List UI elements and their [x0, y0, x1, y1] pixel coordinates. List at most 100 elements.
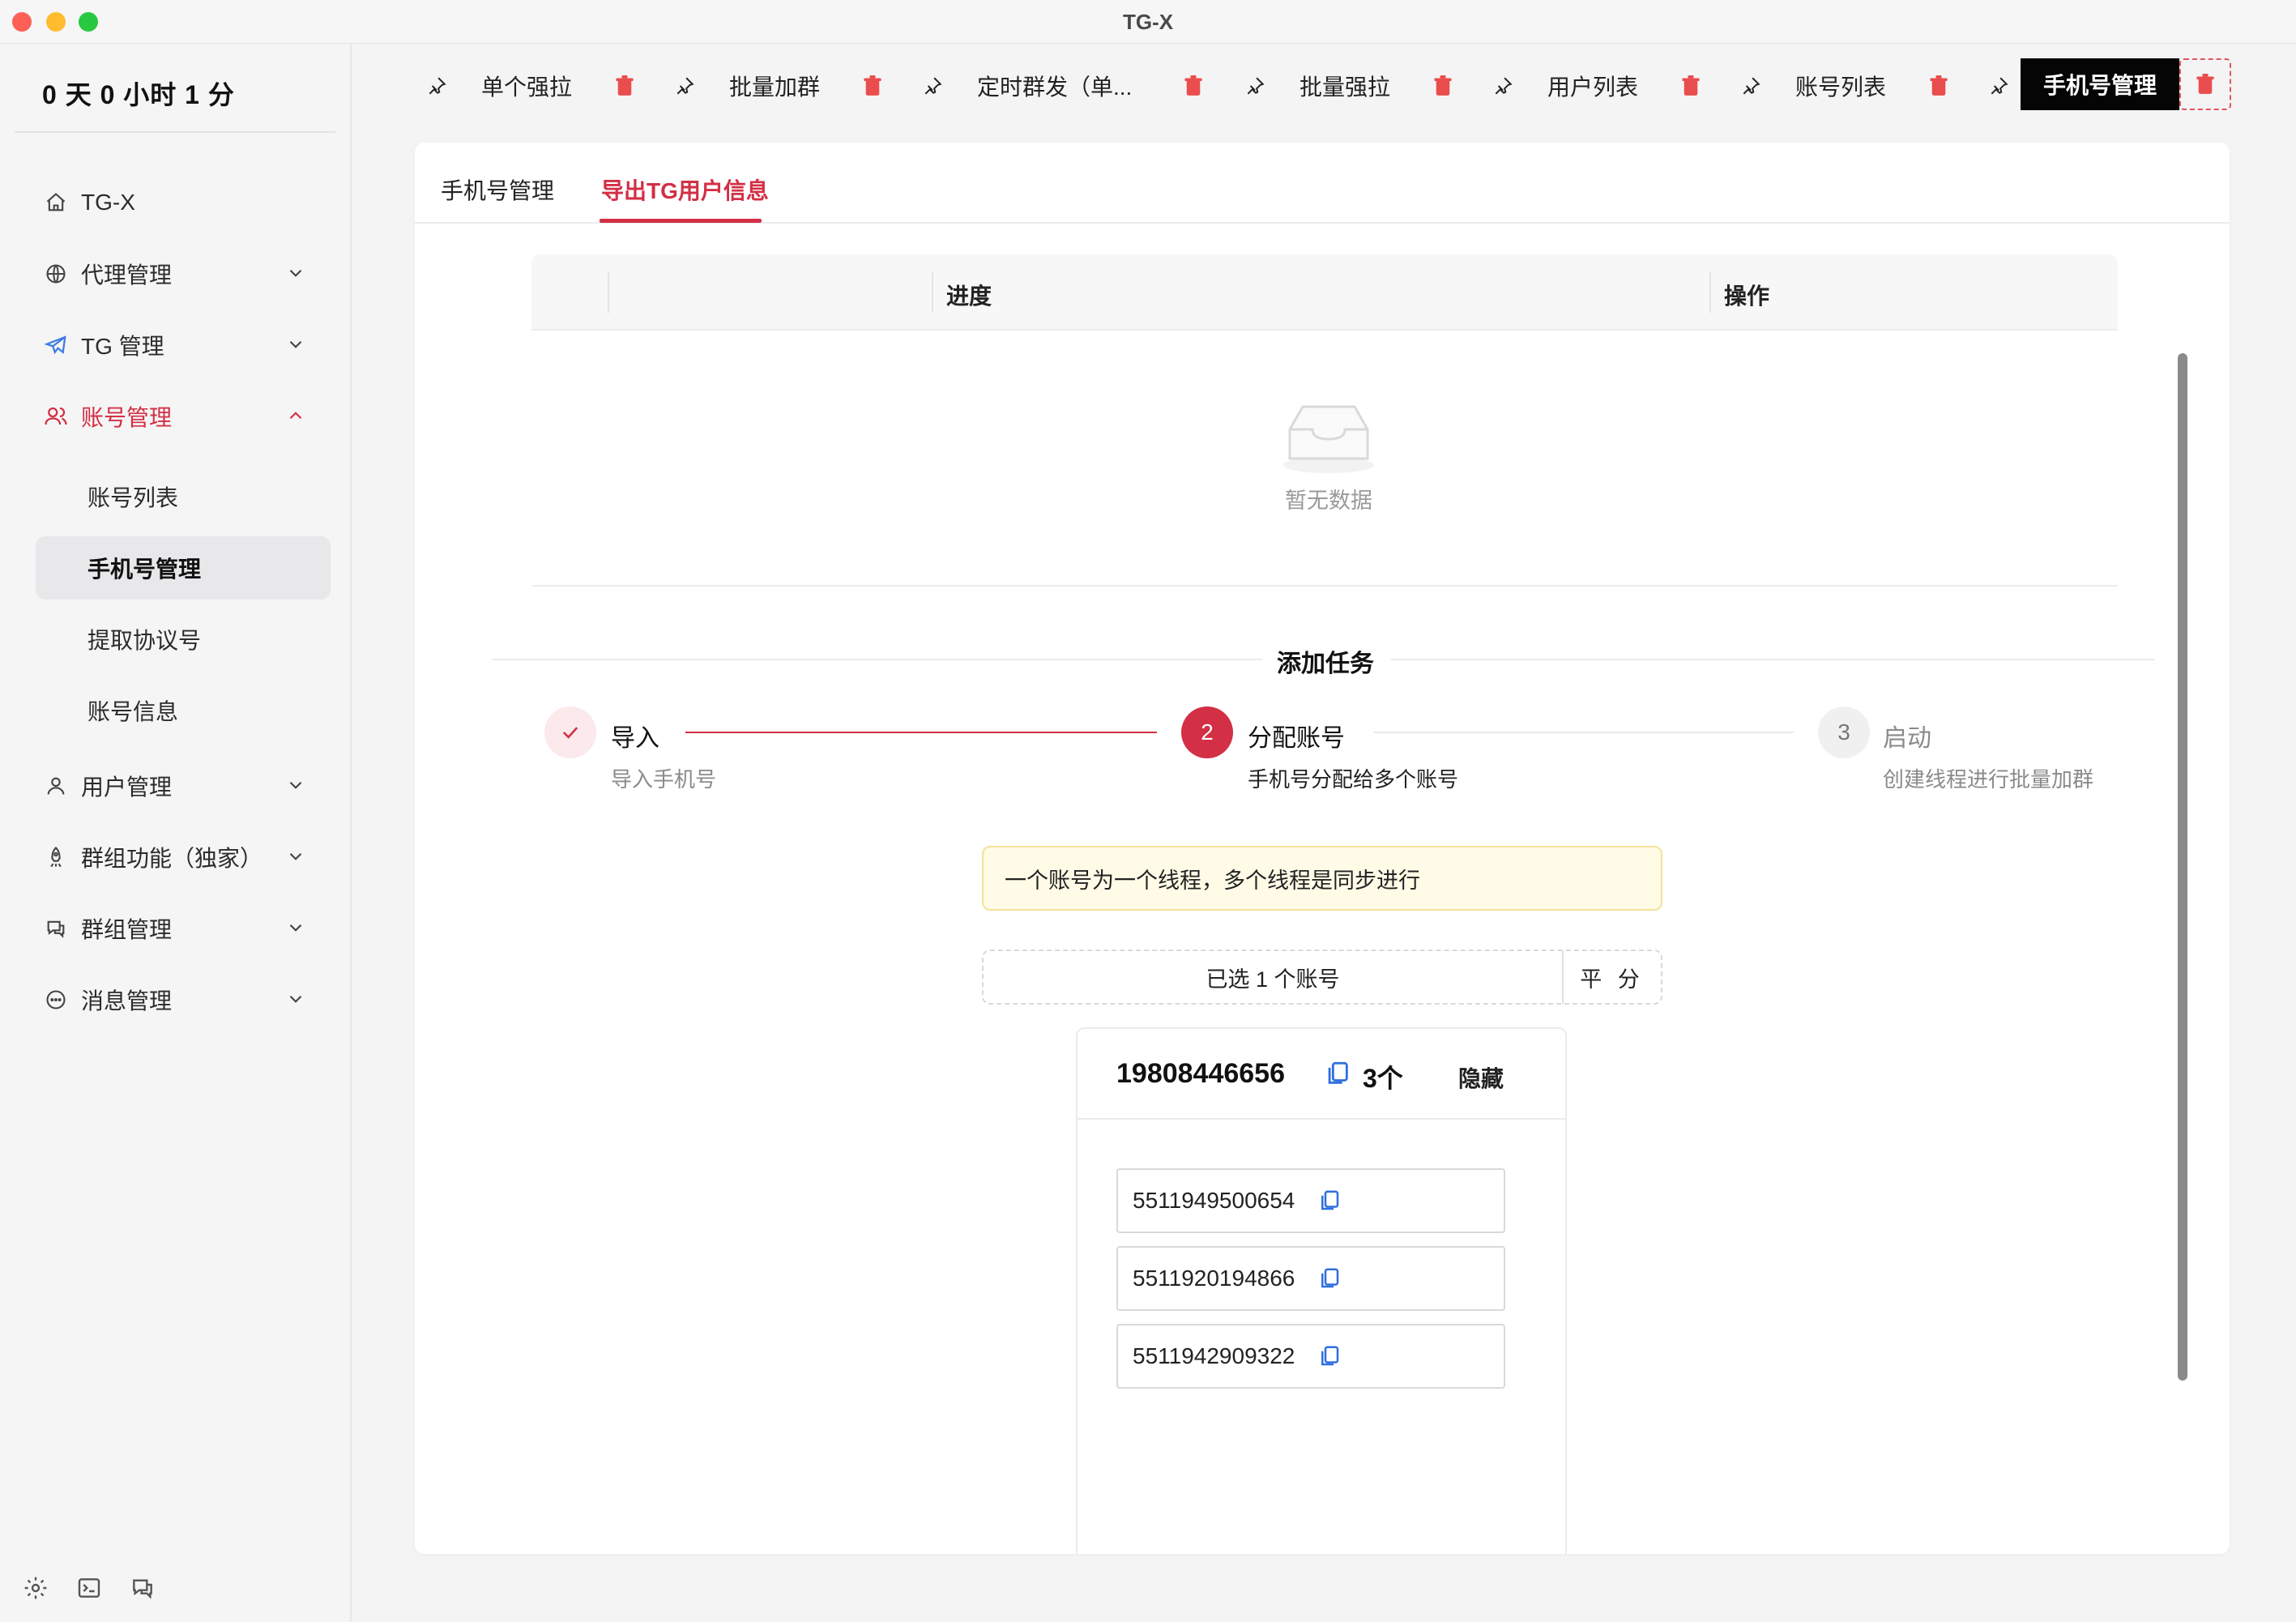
sidebar-item-group-features[interactable]: 群组功能（独家） — [36, 828, 331, 886]
sidebar-item-home[interactable]: TG-X — [36, 173, 331, 232]
vertical-scrollbar[interactable] — [2178, 353, 2187, 1381]
pin-icon[interactable] — [1491, 74, 1515, 98]
empty-state-text: 暂无数据 — [1285, 489, 1372, 513]
table-bottom-border — [531, 585, 2118, 587]
step-3-desc: 创建线程进行批量加群 — [1883, 767, 2094, 792]
sidebar-item-accounts[interactable]: 账号管理 — [36, 387, 331, 446]
tab-user-list[interactable]: 用户列表 — [1491, 60, 1700, 112]
pin-icon[interactable] — [1243, 74, 1267, 98]
terminal-icon[interactable] — [75, 1573, 104, 1603]
sidebar-item-label: 群组功能（独家） — [81, 846, 263, 871]
gear-icon[interactable] — [21, 1573, 50, 1603]
empty-inbox-icon — [1283, 405, 1374, 473]
trash-icon[interactable] — [1927, 74, 1951, 98]
hide-button[interactable]: 隐藏 — [1458, 1061, 1504, 1094]
window-titlebar: TG-X — [0, 0, 2296, 44]
selected-accounts-text[interactable]: 已选 1 个账号 — [984, 962, 1562, 993]
sidebar-footer — [21, 1573, 157, 1603]
chat-group-icon — [44, 916, 68, 941]
chevron-down-icon — [289, 924, 302, 932]
trash-icon[interactable] — [1679, 74, 1703, 98]
assigned-count: 3个 — [1363, 1064, 1403, 1093]
copy-icon[interactable] — [1324, 1060, 1351, 1087]
close-active-tab-button[interactable] — [2179, 58, 2231, 110]
sidebar-item-users[interactable]: 用户管理 — [36, 757, 331, 815]
subtab-phone-management[interactable]: 手机号管理 — [441, 173, 554, 206]
assigned-number: 5511942909322 — [1133, 1343, 1295, 1368]
home-icon — [44, 190, 68, 215]
step-2-number: 2 — [1181, 706, 1233, 758]
message-icon — [44, 988, 68, 1012]
sidebar-item-proxy[interactable]: 代理管理 — [36, 245, 331, 303]
sidebar-item-group-management[interactable]: 群组管理 — [36, 899, 331, 958]
sidebar-item-tg[interactable]: TG 管理 — [36, 316, 331, 374]
column-separator — [932, 272, 933, 313]
rocket-icon — [44, 845, 68, 869]
sidebar-item-label: TG-X — [81, 190, 135, 215]
sidebar-item-messages[interactable]: 消息管理 — [36, 971, 331, 1029]
step-2-title: 分配账号 — [1248, 725, 1345, 752]
column-header-progress: 进度 — [946, 284, 992, 309]
trash-icon — [2196, 74, 2214, 94]
sidebar-subitem-account-info[interactable]: 账号信息 — [36, 679, 331, 742]
step-3-number: 3 — [1818, 706, 1870, 758]
chevron-up-icon — [289, 412, 302, 420]
tab-batch-pull[interactable]: 批量强拉 — [1243, 60, 1452, 112]
tab-single-pull[interactable]: 单个强拉 — [425, 60, 634, 112]
chevron-down-icon — [289, 781, 302, 789]
chevron-down-icon — [289, 995, 302, 1003]
divider-line — [1390, 659, 2155, 660]
assigned-number: 5511920194866 — [1133, 1266, 1295, 1291]
account-selector[interactable]: 已选 1 个账号 平 分 — [982, 950, 1662, 1005]
copy-icon[interactable] — [1317, 1266, 1342, 1291]
tab-label: 用户列表 — [1547, 75, 1639, 100]
trash-icon[interactable] — [1181, 74, 1206, 98]
tab-phone-management-pin[interactable] — [1987, 60, 2011, 112]
tab-batch-join[interactable]: 批量加群 — [672, 60, 881, 112]
tab-account-list[interactable]: 账号列表 — [1739, 60, 1948, 112]
column-separator — [608, 272, 609, 313]
divider-line — [493, 659, 1262, 660]
assigned-number-item: 5511949500654 — [1116, 1168, 1505, 1233]
telegram-icon — [44, 333, 68, 357]
sidebar-subitem-account-list[interactable]: 账号列表 — [36, 465, 331, 528]
uptime-display: 0 天 0 小时 1 分 — [42, 80, 235, 109]
tab-scheduled-broadcast[interactable]: 定时群发（单... — [920, 60, 1202, 112]
tab-label: 单个强拉 — [481, 75, 573, 100]
sidebar-divider — [15, 131, 335, 133]
pin-icon[interactable] — [1739, 74, 1763, 98]
pin-icon[interactable] — [920, 74, 945, 98]
sidebar-item-label: 群组管理 — [81, 917, 173, 942]
sidebar-item-label: 消息管理 — [81, 988, 173, 1014]
check-icon — [562, 727, 578, 739]
subtab-export-tg-users[interactable]: 导出TG用户信息 — [601, 173, 769, 206]
step-1-check — [544, 706, 596, 758]
trash-icon[interactable] — [612, 74, 637, 98]
trash-icon[interactable] — [860, 74, 885, 98]
pin-icon[interactable] — [672, 74, 697, 98]
step-3-title: 启动 — [1883, 725, 1931, 752]
pin-icon[interactable] — [425, 74, 449, 98]
pin-icon[interactable] — [1987, 74, 2011, 98]
copy-icon[interactable] — [1317, 1344, 1342, 1368]
tab-label: 定时群发（单... — [977, 75, 1133, 100]
trash-icon[interactable] — [1431, 74, 1455, 98]
tab-label: 账号列表 — [1795, 75, 1887, 100]
sidebar-subitem-phone-management[interactable]: 手机号管理 — [36, 536, 331, 600]
split-evenly-button[interactable]: 平 分 — [1564, 962, 1661, 993]
tab-label: 批量加群 — [729, 75, 821, 100]
column-header-actions: 操作 — [1724, 284, 1770, 309]
sidebar-item-label: 代理管理 — [81, 263, 173, 288]
column-separator — [1709, 272, 1711, 313]
tab-phone-management[interactable]: 手机号管理 — [2021, 58, 2179, 110]
sidebar-item-label: TG 管理 — [81, 334, 164, 359]
chevron-down-icon — [289, 269, 302, 277]
chat-icon[interactable] — [128, 1573, 157, 1603]
sidebar-subitem-extract-protocol[interactable]: 提取协议号 — [36, 608, 331, 671]
table-header: 进度 操作 — [531, 254, 2118, 331]
tab-label: 批量强拉 — [1300, 75, 1391, 100]
account-phone: 19808446656 — [1116, 1058, 1286, 1089]
step-2-desc: 手机号分配给多个账号 — [1248, 767, 1459, 792]
tab-bar: 单个强拉 批量加群 定时群发（单... 批量强拉 用户列表 账号列表 — [353, 44, 2296, 125]
copy-icon[interactable] — [1317, 1189, 1342, 1213]
